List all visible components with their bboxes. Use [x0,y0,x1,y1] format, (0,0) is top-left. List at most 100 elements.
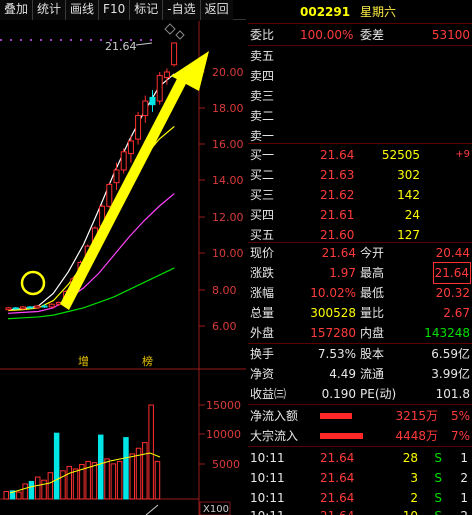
tick-count: 2 [460,506,468,515]
remove-watchlist-button[interactable]: -自选 [163,0,201,20]
quote-row: 现价 21.64 今开 20.44 [248,243,472,263]
tick-time: 10:11 [250,451,285,465]
volume-ratio-value: 2.67 [443,306,470,320]
tick-side: S [434,451,442,465]
volume-bar [66,465,72,500]
candle-body [171,42,178,66]
weicha-label: 委差 [360,28,385,42]
candle-body [113,169,120,184]
sell-row[interactable]: 卖五 [248,46,472,66]
float-value: 3.99亿 [431,367,470,381]
candlestick-series [5,42,178,311]
tag-zeng: 增 [78,355,89,368]
open-value: 20.44 [435,246,470,260]
buy-row[interactable]: 买二 21.63 302 [248,165,472,185]
change-label: 涨跌 [250,266,275,280]
price-tick-label: 16.00 [212,138,244,151]
f10-button[interactable]: F10 [99,0,131,20]
share-capital-value: 6.59亿 [431,347,470,361]
overlay-button[interactable]: 叠加 [0,0,34,20]
high-label: 最高 [360,266,385,280]
open-label: 今开 [360,246,385,260]
volume-bar [110,463,117,500]
earnings-value: 0.190 [321,387,356,401]
buy-row[interactable]: 买一 21.64 52505 +9 [248,145,472,165]
moving-average-lines [7,73,175,320]
volume-tick-group: 15000 10000 5000 X100 [199,399,241,515]
net-inflow-row: 净流入额 3215万 5% [248,406,472,426]
buy-row[interactable]: 买四 21.61 24 [248,205,472,225]
volume-bar [60,470,66,500]
outer-disc-value: 157280 [310,326,356,340]
pe-value: 101.8 [435,387,470,401]
mark-button[interactable]: 标记 [130,0,164,20]
tick-side: S [434,471,442,485]
kline-chart-canvas[interactable]: 20.00 18.00 16.00 14.00 12.00 10.00 8.00… [0,21,246,515]
buy-volume: 142 [397,188,420,202]
buy-row[interactable]: 买三 21.62 142 [248,185,472,205]
current-price-value: 21.64 [321,246,356,260]
candle-body [149,96,156,106]
price-tick-label: 12.00 [212,211,244,224]
buy-level-label: 买二 [250,168,275,182]
quote-row: 涨幅 10.02% 最低 20.32 [248,283,472,303]
volume-bar [98,434,104,500]
quote-row: 总量 300528 量比 2.67 [248,303,472,323]
trend-arrow [60,51,209,310]
low-label: 最低 [360,286,385,300]
candle-body [120,151,127,171]
volume-ratio-label: 量比 [360,306,385,320]
volume-bar [72,468,79,500]
volume-bar [123,437,129,500]
kline-chart[interactable]: 20.00 18.00 16.00 14.00 12.00 10.00 8.00… [0,21,246,515]
fundamental-row: 净资 4.49 流通 3.99亿 [248,364,472,384]
sell-level-label: 卖五 [250,49,275,63]
sell-row[interactable]: 卖四 [248,66,472,86]
volume-bar [47,472,54,500]
fundamental-row: 换手 7.53% 股本 6.59亿 [248,344,472,364]
inner-disc-label: 内盘 [360,326,385,340]
candle-body [5,307,12,311]
buy-volume: 302 [397,168,420,182]
tick-price: 21.64 [320,491,355,505]
ma-line [7,73,175,311]
candle-body [163,71,170,78]
volume-tick-label: 15000 [206,399,241,412]
price-tick-label: 8.00 [212,284,237,297]
statistics-button[interactable]: 统计 [33,0,67,20]
current-price-label: 现价 [250,246,275,260]
candle-body [135,115,142,140]
change-pct-label: 涨幅 [250,286,275,300]
candle-body [142,100,149,117]
candle-body [34,305,41,309]
price-tick-label: 14.00 [212,174,244,187]
draw-line-button[interactable]: 画线 [66,0,100,20]
high-value: 21.64 [432,262,472,284]
back-button[interactable]: 返回 [200,0,233,20]
volume-bar [41,479,47,500]
tick-side: S [434,506,442,515]
candle-body [156,75,163,102]
price-tick-label: 20.00 [212,66,244,79]
volume-series [3,404,161,500]
weibi-label: 委比 [250,28,275,42]
volume-bar [22,483,28,500]
candle-body [106,183,113,207]
quote-row: 涨跌 1.97 最高 21.64 [248,262,472,284]
tick-count: 1 [460,491,468,505]
candle-body [41,305,48,308]
buy-price: 21.63 [320,168,355,182]
tick-row: 10:11 21.64 10 S 2 [248,506,472,515]
tick-price: 21.64 [320,451,355,465]
peak-price-label: 21.64 [105,40,137,53]
sell-row[interactable]: 卖二 [248,106,472,126]
tick-volume: 3 [410,471,418,485]
buy-volume: 52505 [381,148,420,162]
buy-level-label: 买四 [250,208,275,222]
low-value: 20.32 [435,286,470,300]
sell-row[interactable]: 卖三 [248,86,472,106]
chart-toolbar: 叠加 统计 画线 F10 标记 -自选 返回 [0,0,246,20]
price-tick-label: 18.00 [212,102,244,115]
tick-time: 10:11 [250,491,285,505]
volume-tick-label: 10000 [206,428,241,441]
